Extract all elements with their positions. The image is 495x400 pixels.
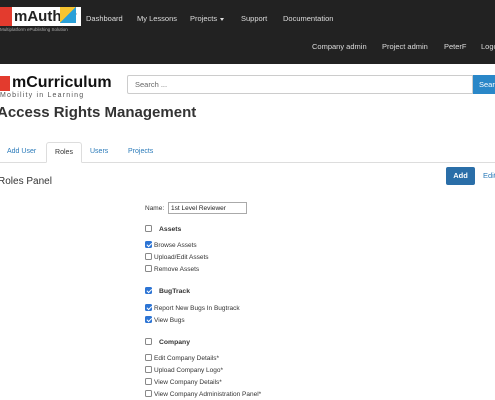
permission-group-label: Company	[159, 339, 190, 346]
permission-browse-assets[interactable]: Browse Assets	[145, 241, 197, 250]
nav-user-menu[interactable]: PeterF	[444, 42, 467, 51]
nav-dashboard[interactable]: Dashboard	[86, 14, 123, 23]
nav-project-admin[interactable]: Project admin	[382, 42, 428, 51]
tab-projects[interactable]: Projects	[128, 142, 153, 163]
top-navbar: mAuthor Multiplatform ePublishing Soluti…	[0, 0, 495, 64]
checkbox-checked[interactable]	[145, 287, 152, 294]
permission-group-assets[interactable]: Assets	[145, 225, 181, 234]
checkbox[interactable]	[145, 338, 152, 345]
checkbox[interactable]	[145, 253, 152, 260]
permission-group-company[interactable]: Company	[145, 338, 190, 347]
name-label: Name:	[145, 205, 165, 212]
permission-label: View Company Details*	[154, 379, 222, 386]
page-title: Access Rights Management	[0, 104, 197, 121]
checkbox[interactable]	[145, 354, 152, 361]
permission-group-label: BugTrack	[159, 288, 190, 295]
permission-view-bugs[interactable]: View Bugs	[145, 316, 185, 325]
role-name-input[interactable]	[168, 202, 247, 214]
checkbox[interactable]	[145, 265, 152, 272]
checkbox[interactable]	[145, 378, 152, 385]
permission-upload-company-logo[interactable]: Upload Company Logo*	[145, 366, 223, 375]
permission-view-company-details[interactable]: View Company Details*	[145, 378, 222, 387]
nav-projects-dropdown[interactable]: Projects	[190, 14, 225, 23]
tab-add-user[interactable]: Add User	[7, 142, 36, 163]
permission-group-bugtrack[interactable]: BugTrack	[145, 287, 190, 296]
nav-logout[interactable]: Logout	[481, 42, 495, 51]
checkbox[interactable]	[145, 390, 152, 397]
edit-button[interactable]: Edit	[483, 171, 495, 180]
tab-users[interactable]: Users	[90, 142, 108, 163]
nav-support[interactable]: Support	[241, 14, 267, 23]
permission-label: Remove Assets	[154, 266, 200, 273]
nav-projects-label: Projects	[190, 14, 218, 23]
logo-mark-icon	[60, 7, 76, 23]
permission-upload-edit-assets[interactable]: Upload/Edit Assets	[145, 253, 209, 262]
brand-tagline: Mobility in Learning	[0, 92, 85, 99]
add-button[interactable]: Add	[446, 167, 475, 185]
permission-group-label: Assets	[159, 226, 182, 233]
tab-roles[interactable]: Roles	[46, 142, 82, 163]
permission-edit-company-details[interactable]: Edit Company Details*	[145, 354, 219, 363]
permission-label: Browse Assets	[154, 242, 197, 249]
permission-label: Upload Company Logo*	[154, 367, 224, 374]
checkbox[interactable]	[145, 225, 152, 232]
permission-remove-assets[interactable]: Remove Assets	[145, 265, 199, 274]
brand-name: mCurriculum	[0, 74, 112, 92]
search-input[interactable]	[127, 75, 473, 94]
checkbox-checked[interactable]	[145, 316, 152, 323]
permission-label: View Company Administration Panel*	[154, 391, 262, 398]
permission-label: View Bugs	[154, 317, 185, 324]
permission-label: Edit Company Details*	[154, 355, 220, 362]
chevron-down-icon	[220, 17, 225, 21]
search-button[interactable]: Search	[473, 75, 495, 94]
logo-tagline: Multiplatform ePublishing Solution	[0, 27, 68, 32]
checkbox-checked[interactable]	[145, 304, 152, 311]
panel-title: Roles Panel	[0, 176, 52, 187]
checkbox[interactable]	[145, 366, 152, 373]
nav-my-lessons[interactable]: My Lessons	[137, 14, 177, 23]
checkbox-checked[interactable]	[145, 241, 152, 248]
permission-view-company-admin-panel[interactable]: View Company Administration Panel*	[145, 390, 261, 399]
nav-company-admin[interactable]: Company admin	[312, 42, 367, 51]
mauthor-logo[interactable]: mAuthor Multiplatform ePublishing Soluti…	[0, 7, 81, 32]
permission-report-new-bugs[interactable]: Report New Bugs In Bugtrack	[145, 304, 240, 313]
permission-label: Report New Bugs In Bugtrack	[154, 305, 240, 312]
nav-documentation[interactable]: Documentation	[283, 14, 333, 23]
permission-label: Upload/Edit Assets	[154, 254, 209, 261]
